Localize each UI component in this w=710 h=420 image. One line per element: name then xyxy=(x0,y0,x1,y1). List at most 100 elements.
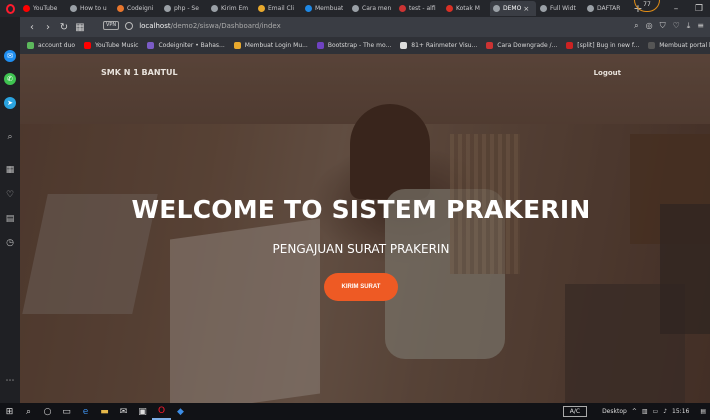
telegram-icon[interactable]: ➤ xyxy=(4,97,16,109)
minimize-icon[interactable]: – xyxy=(665,0,687,17)
more-icon[interactable]: ⋯ xyxy=(4,375,16,387)
task-view-icon[interactable]: ▭ xyxy=(57,403,76,420)
search-icon[interactable]: ⌕ xyxy=(634,21,638,31)
clock[interactable]: 15:16 xyxy=(672,408,689,415)
tab-label: How to u xyxy=(80,5,107,12)
tab-favicon-icon xyxy=(211,5,218,12)
vpn-toggle[interactable]: VPN xyxy=(103,21,120,30)
file-explorer-icon[interactable]: ▬ xyxy=(95,403,114,420)
tab-label: Membuat xyxy=(315,5,344,12)
bookmark-item[interactable]: YouTube Music xyxy=(84,42,138,49)
browser-tab-bar: YouTube How to u Codeigni php - Se Kirim Em E… xyxy=(0,0,710,17)
vscode-icon[interactable]: ◆ xyxy=(171,403,190,420)
bookmark-item[interactable]: Cara Downgrade /... xyxy=(486,42,557,49)
browser-tab[interactable]: Membuat xyxy=(302,1,348,16)
bookmark-label: Cara Downgrade /... xyxy=(497,42,558,49)
tab-favicon-icon xyxy=(258,5,265,12)
tab-favicon-icon xyxy=(305,5,312,12)
history-icon[interactable]: ◷ xyxy=(4,237,16,249)
menu-icon[interactable]: ≡ xyxy=(697,21,704,31)
bookmark-favicon-icon xyxy=(648,42,656,49)
bookmark-favicon-icon xyxy=(84,42,92,49)
camera-icon[interactable]: ◎ xyxy=(646,21,653,31)
search-icon[interactable]: ⌕ xyxy=(19,403,38,420)
bookmarks-bar: account duo YouTube Music Codeigniter • Ba… xyxy=(20,37,710,54)
address-field[interactable]: VPN localhost/demo2/siswa/Dashboard/inde… xyxy=(103,21,281,30)
tab-favicon-icon xyxy=(117,5,124,12)
browser-tab[interactable]: test - alfi xyxy=(396,1,442,16)
opera-menu-icon[interactable] xyxy=(0,0,20,17)
browser-tab[interactable]: How to u xyxy=(67,1,113,16)
system-tray: A/C Desktop ^ ▥ ▭ ♪ 15:16 ▤ xyxy=(562,403,706,420)
browser-tab[interactable]: Codeigni xyxy=(114,1,160,16)
bookmark-item[interactable]: [split] Bug in new f... xyxy=(566,42,639,49)
search-icon[interactable]: ⌕ xyxy=(4,131,16,143)
shield-icon[interactable]: ⛉ xyxy=(660,21,666,31)
desktop-toolbar[interactable]: Desktop xyxy=(602,408,627,415)
cortana-icon[interactable]: ○ xyxy=(38,403,57,420)
close-tab-icon[interactable]: × xyxy=(523,5,529,13)
windows-start-icon[interactable]: ⊞ xyxy=(0,403,19,420)
browser-tab[interactable]: Email Cli xyxy=(255,1,301,16)
url-text[interactable]: localhost/demo2/siswa/Dashboard/index xyxy=(139,22,281,30)
tab-label: Codeigni xyxy=(127,5,154,12)
opera-taskbar-icon[interactable]: O xyxy=(152,403,171,420)
heart-icon[interactable]: ♡ xyxy=(4,189,16,201)
browser-tab[interactable]: Kirim Em xyxy=(208,1,254,16)
speed-dial-icon[interactable]: ▦ xyxy=(72,22,88,33)
maximize-icon[interactable]: ❐ xyxy=(688,0,710,17)
site-info-icon[interactable] xyxy=(125,21,134,30)
navbar-brand[interactable]: SMK N 1 BANTUL xyxy=(101,68,178,77)
browser-tab[interactable]: Full Widt xyxy=(537,1,583,16)
messenger-icon[interactable]: ✉ xyxy=(4,50,16,62)
bookmark-item[interactable]: Bootstrap - The mo... xyxy=(316,42,391,49)
bookmark-item[interactable]: 81+ Rainmeter Visu... xyxy=(400,42,477,49)
chevron-up-icon[interactable]: ^ xyxy=(632,408,637,415)
logout-link[interactable]: Logout xyxy=(594,69,621,77)
browser-tab[interactable]: Cara men xyxy=(349,1,395,16)
bookmark-item[interactable]: Membuat portal be... xyxy=(648,42,710,49)
toolbar-tools: ⌕ ◎ ⛉ ♡ ⤓ ≡ xyxy=(634,21,704,31)
bookmark-favicon-icon xyxy=(400,42,408,49)
power-icon[interactable]: ▭ xyxy=(653,408,659,415)
heart-icon[interactable]: ♡ xyxy=(673,21,680,31)
address-bar-row: ‹ › ↻ ▦ VPN localhost/demo2/siswa/Dashbo… xyxy=(0,17,710,37)
windows-taskbar: ⊞ ⌕ ○ ▭ e ▬ ✉ ▣ O ◆ A/C Desktop ^ ▥ ▭ ♪ … xyxy=(0,403,710,420)
notification-icon[interactable]: ▤ xyxy=(700,408,706,415)
keyboard-layout[interactable]: A/C xyxy=(562,406,588,417)
bookmark-label: Membuat Login Mu... xyxy=(244,42,308,49)
kirim-surat-button[interactable]: KIRIM SURAT xyxy=(324,273,398,301)
edge-icon[interactable]: e xyxy=(76,403,95,420)
tab-label: Email Cli xyxy=(268,5,295,12)
bookmark-label: account duo xyxy=(38,42,76,49)
forward-icon[interactable]: › xyxy=(40,22,56,33)
bookmark-label: 81+ Rainmeter Visu... xyxy=(411,42,478,49)
news-icon[interactable]: ▤ xyxy=(4,213,16,225)
tab-favicon-icon xyxy=(399,5,406,12)
bookmark-item[interactable]: Codeigniter • Bahas... xyxy=(147,42,225,49)
network-icon[interactable]: ▥ xyxy=(642,408,648,415)
tab-label: Full Widt xyxy=(550,5,576,12)
volume-icon[interactable]: ♪ xyxy=(663,408,667,415)
store-icon[interactable]: ▣ xyxy=(133,403,152,420)
mail-icon[interactable]: ✉ xyxy=(114,403,133,420)
browser-tab[interactable]: DAFTAR xyxy=(584,1,630,16)
download-icon[interactable]: ⤓ xyxy=(687,21,691,31)
whatsapp-icon[interactable]: ✆ xyxy=(4,73,16,85)
tab-label: php - Se xyxy=(174,5,199,12)
back-icon[interactable]: ‹ xyxy=(24,22,40,33)
bookmark-item[interactable]: account duo xyxy=(27,42,75,49)
browser-tab[interactable]: php - Se xyxy=(161,1,207,16)
browser-tab[interactable]: Kotak M xyxy=(443,1,489,16)
browser-tab[interactable]: DEMO × xyxy=(490,1,536,16)
tab-label: DAFTAR xyxy=(597,5,621,12)
bookmark-favicon-icon xyxy=(233,42,241,49)
tab-favicon-icon xyxy=(587,5,594,12)
bookmark-favicon-icon xyxy=(27,42,34,49)
tab-favicon-icon xyxy=(446,5,453,12)
browser-tab[interactable]: YouTube xyxy=(20,1,66,16)
bookmark-item[interactable]: Membuat Login Mu... xyxy=(233,42,308,49)
reload-icon[interactable]: ↻ xyxy=(56,22,72,33)
bookmark-favicon-icon xyxy=(316,42,324,49)
speed-dial-icon[interactable]: ▦ xyxy=(4,164,16,176)
